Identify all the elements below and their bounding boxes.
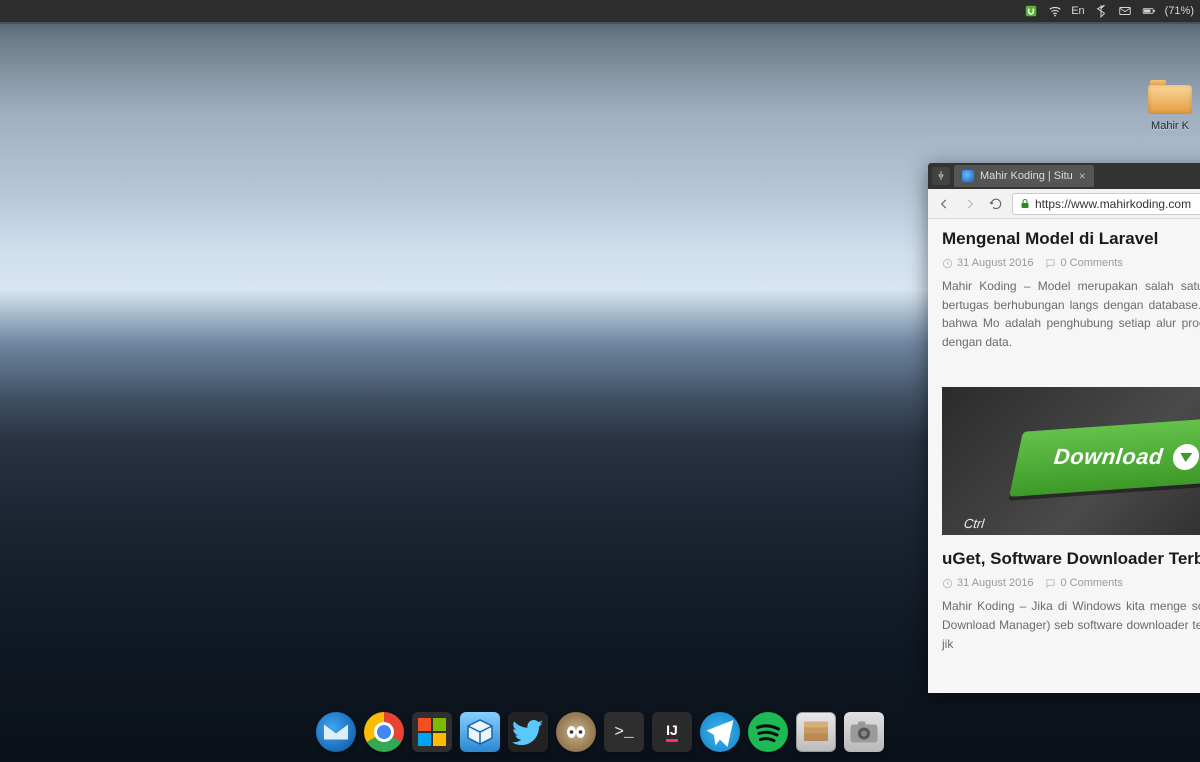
dock-terminal[interactable]: >_ xyxy=(604,712,644,752)
url-text: https://www.mahirkoding.com xyxy=(1035,197,1191,211)
dock-thunderbird[interactable] xyxy=(316,712,356,752)
post2-body: Mahir Koding – Jika di Windows kita meng… xyxy=(942,597,1200,653)
wifi-icon[interactable] xyxy=(1047,3,1063,19)
dock-files[interactable] xyxy=(796,712,836,752)
clock-icon xyxy=(942,258,953,269)
ctrl-key-label: Ctrl xyxy=(964,516,986,531)
battery-percent: (71%) xyxy=(1165,5,1194,17)
language-indicator[interactable]: En xyxy=(1071,5,1084,17)
desktop-folder[interactable]: Mahir K xyxy=(1140,80,1200,134)
download-arrow-icon xyxy=(1171,444,1200,470)
forward-button[interactable] xyxy=(960,194,980,214)
address-bar: https://www.mahirkoding.com ☆ xyxy=(928,189,1200,219)
post2-comments[interactable]: 0 Comments xyxy=(1045,577,1122,589)
folder-icon xyxy=(1148,80,1192,114)
dock-intellij[interactable]: IJ xyxy=(652,712,692,752)
battery-icon[interactable] xyxy=(1141,3,1157,19)
post1-comments[interactable]: 0 Comments xyxy=(1045,257,1122,269)
tab-title: Mahir Koding | Situ xyxy=(980,170,1073,182)
dock-spotify[interactable] xyxy=(748,712,788,752)
pin-icon[interactable] xyxy=(932,167,950,185)
dock-chrome[interactable] xyxy=(364,712,404,752)
clock-icon xyxy=(942,578,953,589)
lock-icon xyxy=(1019,198,1031,210)
bluetooth-icon[interactable] xyxy=(1093,3,1109,19)
post1-body: Mahir Koding – Model merupakan salah sat… xyxy=(942,277,1200,351)
dock: >_ IJ xyxy=(310,708,890,756)
browser-titlebar[interactable]: Mahir Koding | Situ × xyxy=(928,163,1200,189)
url-field[interactable]: https://www.mahirkoding.com xyxy=(1012,193,1200,215)
back-button[interactable] xyxy=(934,194,954,214)
post1-date: 31 August 2016 xyxy=(942,257,1033,269)
tab-favicon xyxy=(962,170,974,182)
desktop-folder-label: Mahir K xyxy=(1151,120,1189,132)
top-panel: En (71%) xyxy=(0,0,1200,22)
mail-icon[interactable] xyxy=(1117,3,1133,19)
browser-window: Mahir Koding | Situ × https://www.mahirk… xyxy=(928,163,1200,693)
comment-icon xyxy=(1045,578,1056,589)
page-content: Mengenal Model di Laravel 31 August 2016… xyxy=(928,219,1200,693)
reload-button[interactable] xyxy=(986,194,1006,214)
tab-close-icon[interactable]: × xyxy=(1079,169,1086,183)
dock-telegram[interactable] xyxy=(700,712,740,752)
post2-image[interactable]: Download Ctrl xyxy=(942,387,1200,535)
dock-virtualbox[interactable] xyxy=(460,712,500,752)
post1-title[interactable]: Mengenal Model di Laravel xyxy=(942,229,1200,249)
dock-twitter[interactable] xyxy=(508,712,548,752)
comment-icon xyxy=(1045,258,1056,269)
browser-tab[interactable]: Mahir Koding | Situ × xyxy=(954,165,1094,187)
post2-date: 31 August 2016 xyxy=(942,577,1033,589)
download-key-label: Download xyxy=(1052,444,1164,470)
uget-indicator-icon[interactable] xyxy=(1023,3,1039,19)
dock-tiles[interactable] xyxy=(412,712,452,752)
post2-title[interactable]: uGet, Software Downloader Terbaik di Lin xyxy=(942,549,1200,569)
dock-screenshot[interactable] xyxy=(844,712,884,752)
dock-gimp[interactable] xyxy=(556,712,596,752)
